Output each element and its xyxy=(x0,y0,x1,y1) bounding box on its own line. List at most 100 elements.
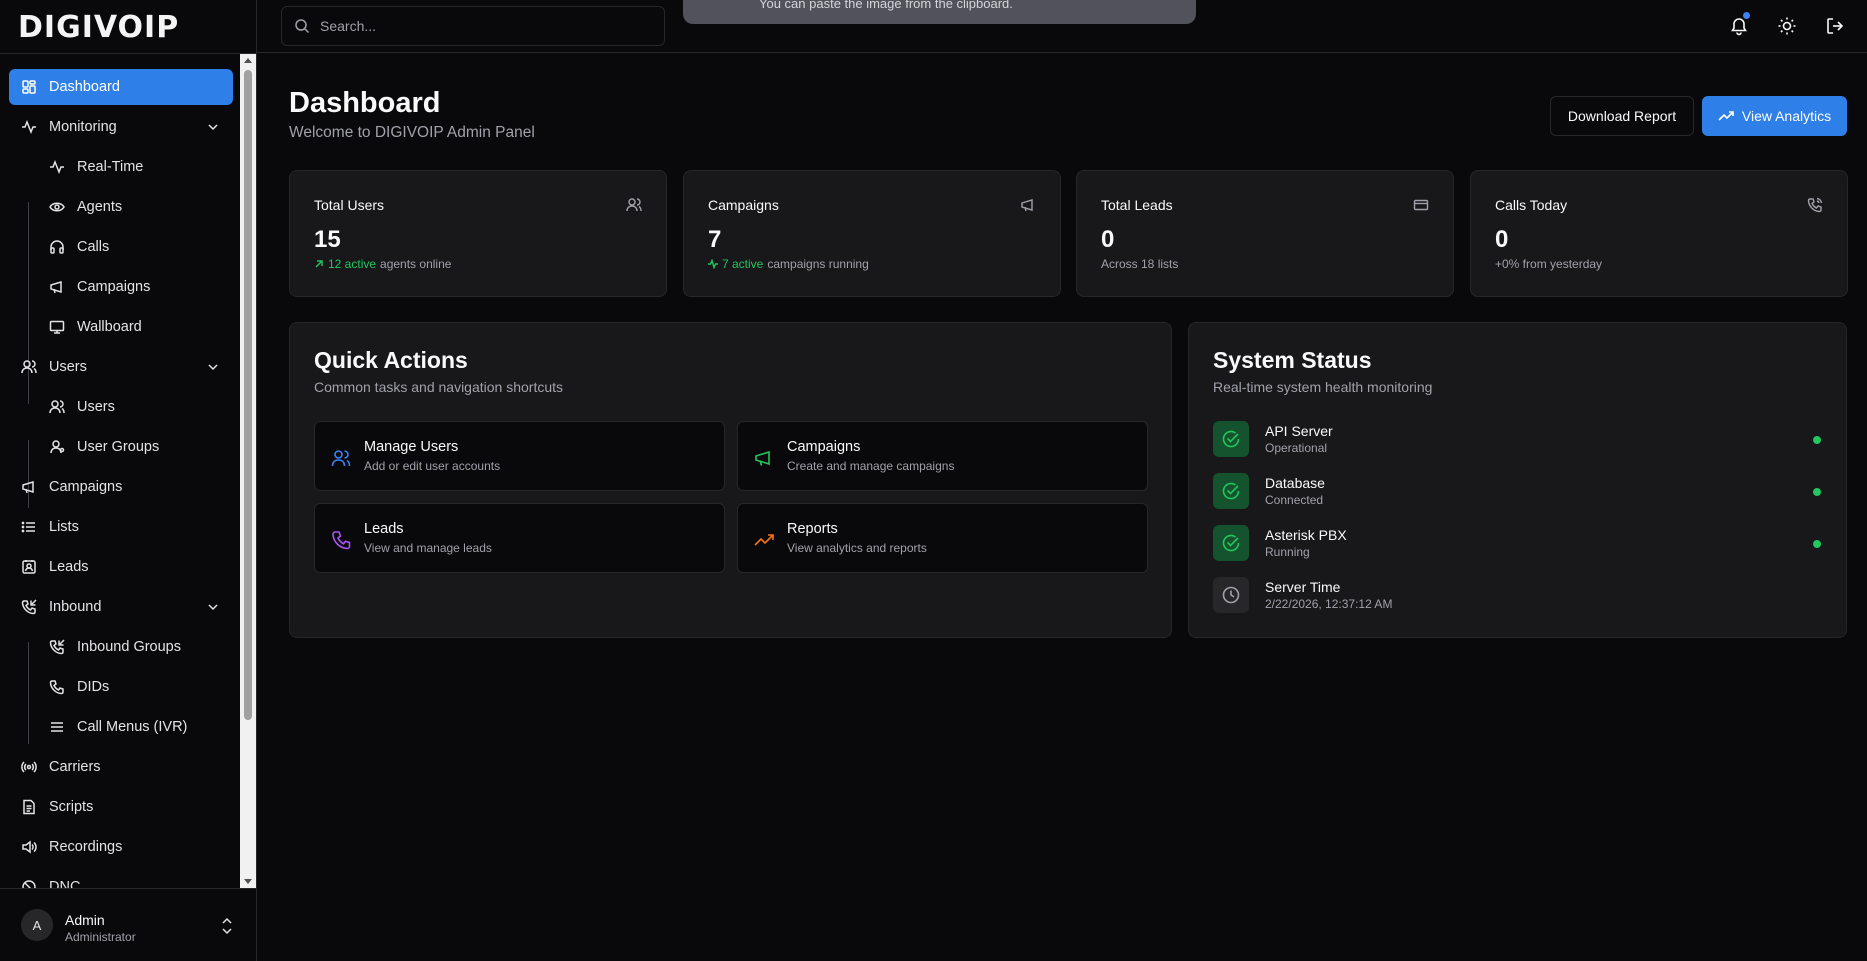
view-analytics-button[interactable]: View Analytics xyxy=(1702,96,1847,136)
sidebar-item-inbound-groups[interactable]: Inbound Groups xyxy=(9,629,233,665)
sidebar-item-campaigns-monitor[interactable]: Campaigns xyxy=(9,269,233,305)
user-menu[interactable]: A Admin Administrator xyxy=(0,888,257,961)
sidebar-item-label: Wallboard xyxy=(77,319,142,335)
sidebar-item-label: Call Menus (IVR) xyxy=(77,719,188,735)
sidebar-item-users[interactable]: Users xyxy=(9,389,233,425)
dashboard-icon xyxy=(21,79,37,95)
stat-value: 0 xyxy=(1495,226,1509,253)
sidebar-item-user-groups[interactable]: User Groups xyxy=(9,429,233,465)
sidebar-item-label: Inbound xyxy=(49,599,102,615)
phone-incoming-icon xyxy=(49,639,65,655)
stat-note-text: agents online xyxy=(380,257,452,271)
ban-icon xyxy=(21,879,37,888)
stat-note-text: campaigns running xyxy=(767,257,869,271)
arrow-up-right-icon xyxy=(315,260,323,268)
panel-title: System Status xyxy=(1213,347,1372,373)
bell-icon[interactable] xyxy=(1729,16,1749,36)
stat-value: 15 xyxy=(314,226,341,253)
sidebar-item-label: Carriers xyxy=(49,759,101,775)
sidebar-item-real-time[interactable]: Real-Time xyxy=(9,149,233,185)
stat-note-text: Across 18 lists xyxy=(1101,257,1179,271)
sidebar-item-recordings[interactable]: Recordings xyxy=(9,829,233,865)
file-text-icon xyxy=(21,799,37,815)
avatar[interactable]: A xyxy=(21,909,53,941)
user-group-icon xyxy=(49,439,65,455)
sidebar-item-monitoring[interactable]: Monitoring xyxy=(9,109,233,145)
download-report-button[interactable]: Download Report xyxy=(1550,96,1694,136)
quick-action-leads[interactable]: Leads View and manage leads xyxy=(314,503,725,573)
sidebar-item-agents[interactable]: Agents xyxy=(9,189,233,225)
trending-up-icon xyxy=(754,534,774,546)
logout-icon[interactable] xyxy=(1825,16,1845,36)
panel-title: Quick Actions xyxy=(314,347,468,373)
chevron-down-icon xyxy=(208,124,218,131)
status-badge xyxy=(1213,577,1249,613)
quick-action-campaigns[interactable]: Campaigns Create and manage campaigns xyxy=(737,421,1148,491)
scroll-up-arrow[interactable] xyxy=(244,58,252,63)
activity-icon xyxy=(708,259,718,269)
sidebar-item-label: DNC xyxy=(49,879,81,888)
sidebar-item-dnc[interactable]: DNC xyxy=(9,869,233,888)
panel-subtitle: Common tasks and navigation shortcuts xyxy=(314,379,564,395)
sidebar-item-label: Inbound Groups xyxy=(77,639,181,655)
quick-actions-panel: Quick Actions Common tasks and navigatio… xyxy=(289,322,1172,638)
sidebar-item-dids[interactable]: DIDs xyxy=(9,669,233,705)
stat-highlight-text: 7 active xyxy=(722,257,764,271)
sidebar-item-call-menus[interactable]: Call Menus (IVR) xyxy=(9,709,233,745)
phone-incoming-icon xyxy=(21,599,37,615)
stat-note: 7 active campaigns running xyxy=(708,257,869,271)
sun-icon[interactable] xyxy=(1777,16,1797,36)
search-box[interactable] xyxy=(281,6,665,46)
sidebar-item-calls[interactable]: Calls xyxy=(9,229,233,265)
stat-highlight: 7 active xyxy=(708,257,763,271)
sidebar-item-scripts[interactable]: Scripts xyxy=(9,789,233,825)
check-circle-icon xyxy=(1222,482,1240,500)
sidebar-item-label: Monitoring xyxy=(49,119,117,135)
sidebar-item-label: Users xyxy=(77,399,115,415)
sidebar-item-lists[interactable]: Lists xyxy=(9,509,233,545)
sidebar-item-leads[interactable]: Leads xyxy=(9,549,233,585)
status-badge xyxy=(1213,473,1249,509)
logo[interactable]: DIGIVOIP xyxy=(18,10,179,45)
sidebar-scrollbar[interactable] xyxy=(240,54,256,888)
phone-call-icon xyxy=(1807,197,1823,213)
chevrons-up-down-icon[interactable] xyxy=(220,917,234,935)
search-input[interactable] xyxy=(320,18,650,34)
quick-action-manage-users[interactable]: Manage Users Add or edit user accounts xyxy=(314,421,725,491)
stat-card-total-users: Total Users 15 12 active agents online xyxy=(289,170,667,297)
sidebar-item-dashboard[interactable]: Dashboard xyxy=(9,69,233,105)
stat-highlight: 12 active xyxy=(314,257,376,271)
sidebar-item-label: Real-Time xyxy=(77,159,144,175)
sidebar-item-label: Agents xyxy=(77,199,123,215)
app: DIGIVOIP Dashboard Monitoring Real-Time … xyxy=(0,0,1867,961)
status-name: Database xyxy=(1265,475,1325,491)
sidebar-nav: Dashboard Monitoring Real-Time Agents Ca… xyxy=(0,54,240,888)
search-icon xyxy=(295,19,310,34)
stat-label: Campaigns xyxy=(708,197,779,213)
sidebar: DIGIVOIP Dashboard Monitoring Real-Time … xyxy=(0,0,257,961)
status-name: Server Time xyxy=(1265,579,1341,595)
sidebar-item-campaigns[interactable]: Campaigns xyxy=(9,469,233,505)
activity-icon xyxy=(49,159,65,175)
status-name: Asterisk PBX xyxy=(1265,527,1347,543)
scroll-thumb[interactable] xyxy=(244,70,252,720)
stat-note-text: +0% from yesterday xyxy=(1495,257,1603,271)
sidebar-item-wallboard[interactable]: Wallboard xyxy=(9,309,233,345)
quick-action-desc: View analytics and reports xyxy=(787,541,927,555)
menu-icon xyxy=(49,719,65,735)
stat-card-calls-today: Calls Today 0 +0% from yesterday xyxy=(1470,170,1848,297)
sidebar-item-carriers[interactable]: Carriers xyxy=(9,749,233,785)
status-badge xyxy=(1213,525,1249,561)
quick-action-title: Manage Users xyxy=(364,439,459,455)
scroll-down-arrow[interactable] xyxy=(244,879,252,884)
stat-note: 12 active agents online xyxy=(314,257,451,271)
status-row-api-server: API Server Operational xyxy=(1213,421,1821,461)
chevron-down-icon xyxy=(208,364,218,371)
quick-action-reports[interactable]: Reports View analytics and reports xyxy=(737,503,1148,573)
status-badge xyxy=(1213,421,1249,457)
stat-card-campaigns: Campaigns 7 7 active campaigns running xyxy=(683,170,1061,297)
credit-card-icon xyxy=(1413,199,1429,211)
sidebar-item-inbound[interactable]: Inbound xyxy=(9,589,233,625)
status-indicator xyxy=(1813,436,1821,444)
sidebar-item-users-group[interactable]: Users xyxy=(9,349,233,385)
